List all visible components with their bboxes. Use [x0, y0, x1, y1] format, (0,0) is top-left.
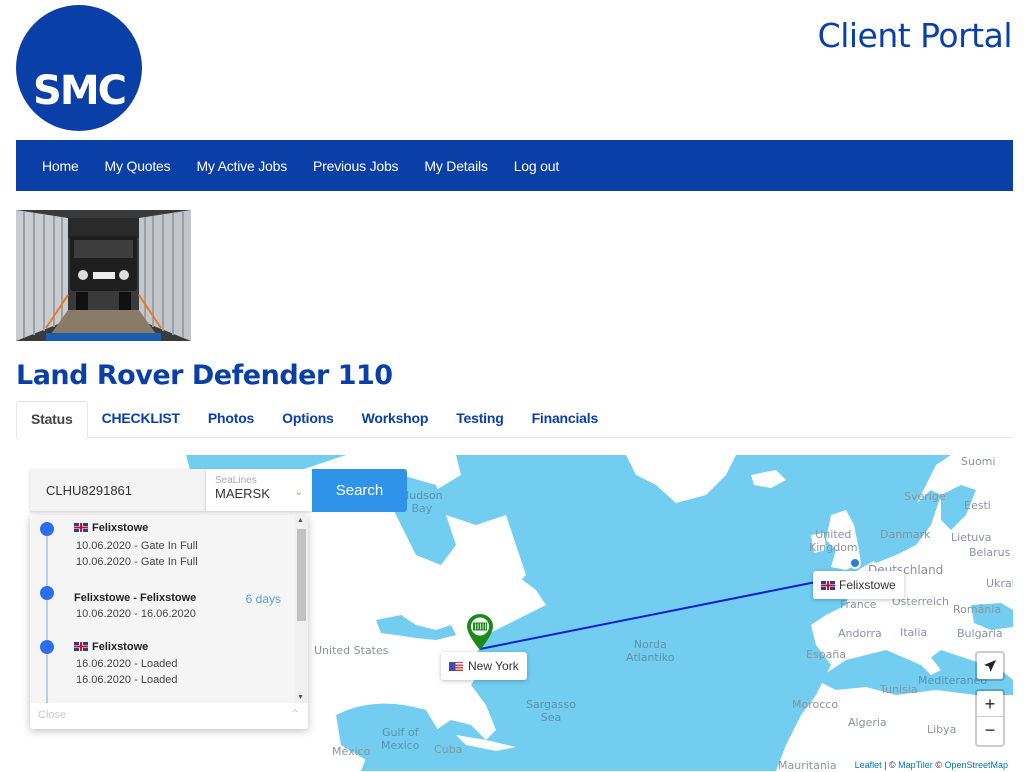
- nav-my-active-jobs[interactable]: My Active Jobs: [196, 158, 287, 174]
- scroll-up-icon[interactable]: ▲: [297, 517, 304, 524]
- timeline-footer: Close ⌃: [30, 703, 308, 729]
- locate-control: [975, 651, 1005, 681]
- zoom-control: + −: [975, 689, 1005, 747]
- tab-financials[interactable]: Financials: [518, 401, 612, 438]
- nav-log-out[interactable]: Log out: [514, 158, 560, 174]
- gb-flag-icon: [74, 523, 88, 532]
- map-label-mauritania: Mauritania: [778, 759, 837, 771]
- nav-my-details[interactable]: My Details: [424, 158, 488, 174]
- tab-workshop[interactable]: Workshop: [348, 401, 443, 438]
- map-label-belarus: Belarus: [969, 546, 1011, 559]
- destination-pin-icon[interactable]: [849, 557, 861, 569]
- timeline-event: 10.06.2020 - 16.06.2020: [76, 608, 196, 620]
- map-label-lietuva: Lietuva: [951, 531, 992, 544]
- map-label-bulgaria: Bulgaria: [957, 627, 1003, 640]
- vehicle-photo-image: [16, 210, 191, 341]
- map-label-gulf-of-mexico: Gulf of Mexico: [381, 726, 420, 752]
- map-label-hudson-bay: Hudson Bay: [401, 489, 443, 515]
- map-label-norda-atlantiko: Norda Atlantiko: [626, 638, 675, 664]
- logo-text: SMC: [33, 68, 127, 114]
- gb-flag-icon: [74, 642, 88, 651]
- timeline-scrollbar[interactable]: ▲ ▼: [295, 515, 308, 703]
- tab-testing[interactable]: Testing: [442, 401, 517, 438]
- main-navbar: Home My Quotes My Active Jobs Previous J…: [16, 140, 1013, 191]
- nav-home[interactable]: Home: [42, 158, 79, 174]
- scroll-down-icon[interactable]: ▼: [297, 694, 304, 701]
- chevron-down-icon: ⌄: [294, 487, 303, 498]
- chevron-double-up-icon[interactable]: ⌃: [290, 707, 300, 721]
- map-label-ukraine: Ukrai: [986, 577, 1013, 590]
- map-label-united-states: United States: [314, 644, 389, 657]
- client-portal-page: SMC Client Portal Home My Quotes My Acti…: [0, 0, 1024, 772]
- search-button[interactable]: Search: [312, 469, 407, 512]
- nav-my-quotes[interactable]: My Quotes: [105, 158, 171, 174]
- locate-arrow-icon[interactable]: [977, 653, 1003, 679]
- marker-label-text: New York: [468, 659, 519, 673]
- tracking-map[interactable]: Hudson Bay United States Norda Atlantiko S…: [16, 455, 1013, 771]
- map-label-andorra: Andorra: [838, 627, 882, 640]
- timeline-list[interactable]: Felixstowe 10.06.2020 - Gate In Full 10.…: [30, 515, 308, 703]
- map-label-united-kingdom: United Kingdom: [809, 528, 858, 554]
- tab-checklist[interactable]: CHECKLIST: [88, 401, 194, 438]
- map-label-morocco: Morocco: [792, 698, 839, 711]
- openstreetmap-link[interactable]: OpenStreetMap: [944, 760, 1008, 770]
- map-label-libya: Libya: [927, 723, 957, 736]
- map-label-suomi: Suomi: [961, 455, 996, 468]
- gb-flag-icon: [821, 581, 835, 590]
- sealine-select[interactable]: SeaLines MAERSK ⌄: [206, 469, 312, 511]
- zoom-out-button[interactable]: −: [977, 717, 1003, 743]
- timeline-event: 16.06.2020 - Loaded: [76, 674, 178, 686]
- nav-previous-jobs[interactable]: Previous Jobs: [313, 158, 399, 174]
- marker-label-felixstowe[interactable]: Felixstowe: [813, 571, 904, 599]
- job-tabs: Status CHECKLIST Photos Options Workshop…: [16, 401, 1013, 439]
- tab-status[interactable]: Status: [16, 401, 88, 439]
- map-attribution: Leaflet | © MapTiler © OpenStreetMap: [849, 759, 1013, 771]
- timeline-item-title: Felixstowe - Felixstowe: [74, 592, 197, 604]
- timeline-dot-icon: [40, 640, 54, 654]
- map-label-france: France: [840, 598, 877, 611]
- sealine-label: SeaLines: [215, 475, 257, 486]
- tracking-timeline-panel: Felixstowe 10.06.2020 - Gate In Full 10.…: [30, 515, 308, 729]
- scrollbar-thumb[interactable]: [297, 529, 306, 621]
- map-label-tunisia: Tunisia: [880, 683, 918, 696]
- origin-pin-icon[interactable]: [466, 613, 494, 651]
- timeline-item-title: Felixstowe: [74, 641, 148, 653]
- smc-logo[interactable]: SMC: [16, 5, 142, 131]
- map-label-danmark: Danmark: [880, 528, 931, 541]
- maptiler-link[interactable]: MapTiler: [898, 760, 933, 770]
- tab-options[interactable]: Options: [268, 401, 347, 438]
- map-label-cuba: Cuba: [434, 743, 463, 756]
- map-label-italia: Italia: [900, 626, 928, 639]
- map-label-mexico: México: [332, 745, 371, 758]
- timeline-event: 10.06.2020 - Gate In Full: [76, 556, 198, 568]
- tab-photos[interactable]: Photos: [194, 401, 268, 438]
- leaflet-link[interactable]: Leaflet: [855, 760, 882, 770]
- map-label-espana: España: [806, 648, 847, 661]
- map-label-romania: România: [953, 603, 1002, 616]
- map-label-sargasso-sea: Sargasso Sea: [526, 698, 576, 724]
- us-flag-icon: [449, 662, 463, 671]
- vehicle-title: Land Rover Defender 110: [16, 360, 393, 391]
- timeline-event: 16.06.2020 - Loaded: [76, 658, 178, 670]
- timeline-dot-icon: [40, 522, 54, 536]
- portal-title: Client Portal: [817, 16, 1013, 55]
- timeline-connector: [46, 527, 48, 703]
- zoom-in-button[interactable]: +: [977, 691, 1003, 717]
- vehicle-photo[interactable]: [16, 210, 191, 341]
- timeline-dot-icon: [40, 586, 54, 600]
- map-label-eesti: Eesti: [964, 499, 991, 512]
- timeline-duration: 6 days: [245, 592, 281, 606]
- map-label-sverige: Sverige: [904, 490, 946, 503]
- marker-label-text: Felixstowe: [839, 578, 896, 592]
- container-number-input[interactable]: [30, 469, 206, 511]
- close-button[interactable]: Close: [38, 709, 66, 721]
- marker-label-new-york[interactable]: New York: [441, 652, 527, 680]
- timeline-item-title: Felixstowe: [74, 522, 148, 534]
- timeline-event: 10.06.2020 - Gate In Full: [76, 540, 198, 552]
- map-label-algeria: Algeria: [848, 716, 887, 729]
